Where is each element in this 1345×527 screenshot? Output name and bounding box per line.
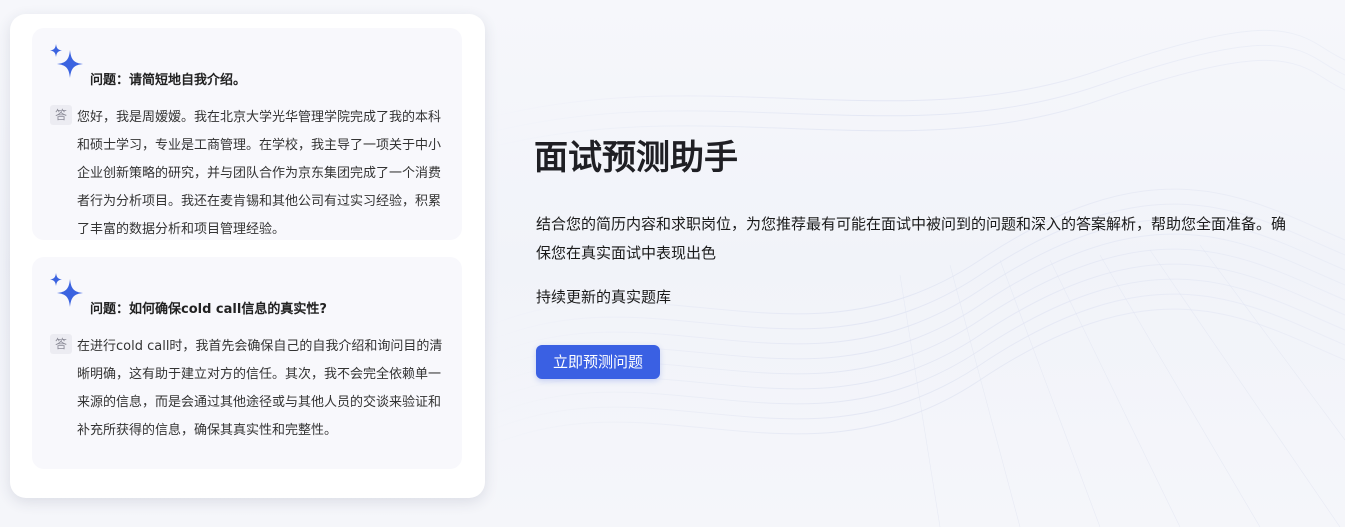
sparkle-icon bbox=[50, 273, 83, 307]
question-text: 问题：如何确保cold call信息的真实性? bbox=[90, 302, 327, 317]
hero-title: 面试预测助手 bbox=[534, 138, 738, 178]
sparkle-icon bbox=[50, 44, 83, 78]
qa-item: 问题：请简短地自我介绍。 答 您好，我是周嫒嫒。我在北京大学光华管理学院完成了我… bbox=[32, 28, 462, 240]
answer-badge: 答 bbox=[50, 334, 72, 354]
predict-questions-button[interactable]: 立即预测问题 bbox=[536, 345, 660, 379]
hero-subtitle: 持续更新的真实题库 bbox=[536, 288, 672, 306]
answer-text: 您好，我是周嫒嫒。我在北京大学光华管理学院完成了我的本科和硕士学习，专业是工商管… bbox=[77, 110, 442, 237]
qa-item: 问题：如何确保cold call信息的真实性? 答 在进行cold call时，… bbox=[32, 257, 462, 469]
hero-description: 结合您的简历内容和求职岗位，为您推荐最有可能在面试中被问到的问题和深入的答案解析… bbox=[536, 215, 1287, 262]
answer-badge: 答 bbox=[50, 105, 72, 125]
qa-preview-card: 问题：请简短地自我介绍。 答 您好，我是周嫒嫒。我在北京大学光华管理学院完成了我… bbox=[10, 14, 485, 498]
question-text: 问题：请简短地自我介绍。 bbox=[90, 73, 247, 88]
answer-text: 在进行cold call时，我首先会确保自己的自我介绍和询问目的清晰明确，这有助… bbox=[77, 339, 443, 438]
